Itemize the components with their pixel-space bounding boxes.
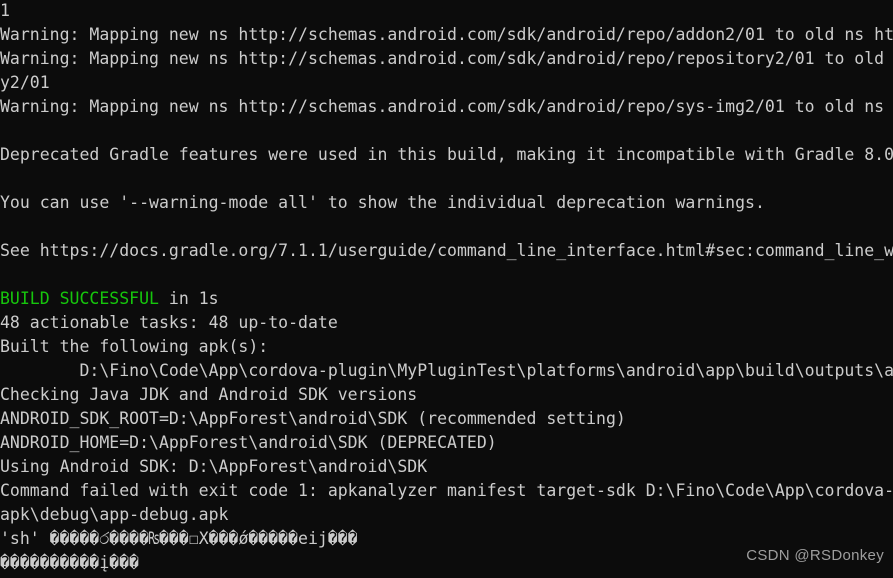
terminal-line: D:\Fino\Code\App\cordova-plugin\MyPlugin… (0, 359, 893, 383)
terminal-line: apk\debug\app-debug.apk (0, 503, 893, 527)
terminal-line: Command failed with exit code 1: apkanal… (0, 479, 893, 503)
terminal-line: Built the following apk(s): (0, 335, 893, 359)
terminal-line-text: ANDROID_SDK_ROOT=D:\AppForest\android\SD… (0, 409, 626, 428)
terminal-line: y2/01 (0, 71, 893, 95)
terminal-line: Warning: Mapping new ns http://schemas.a… (0, 23, 893, 47)
terminal-line: Using Android SDK: D:\AppForest\android\… (0, 455, 893, 479)
terminal-line-text: Warning: Mapping new ns http://schemas.a… (0, 49, 885, 68)
terminal-line-text: apk\debug\app-debug.apk (0, 505, 229, 524)
terminal-line-text: Deprecated Gradle features were used in … (0, 145, 893, 164)
terminal-line: Deprecated Gradle features were used in … (0, 143, 893, 167)
terminal-line: Warning: Mapping new ns http://schemas.a… (0, 95, 893, 119)
terminal-line: ANDROID_HOME=D:\AppForest\android\SDK (D… (0, 431, 893, 455)
terminal-line: 48 actionable tasks: 48 up-to-date (0, 311, 893, 335)
build-duration-text: in 1s (158, 289, 219, 308)
terminal-line-text: ANDROID_HOME=D:\AppForest\android\SDK (D… (0, 433, 497, 452)
terminal-line-text: D:\Fino\Code\App\cordova-plugin\MyPlugin… (79, 361, 893, 380)
terminal-line: See https://docs.gradle.org/7.1.1/usergu… (0, 239, 893, 263)
terminal-line-text: Warning: Mapping new ns http://schemas.a… (0, 25, 893, 44)
terminal-line-text: See https://docs.gradle.org/7.1.1/usergu… (0, 241, 893, 260)
terminal-line: Warning: Mapping new ns http://schemas.a… (0, 47, 893, 71)
terminal-line-text: Checking Java JDK and Android SDK versio… (0, 385, 418, 404)
terminal-window[interactable]: 1 Warning: Mapping new ns http://schemas.… (0, 0, 893, 578)
build-status-text: BUILD SUCCESSFUL (0, 289, 159, 308)
terminal-line-text: Command failed with exit code 1: apkanal… (0, 481, 893, 500)
terminal-line: 1 (0, 0, 893, 23)
terminal-line-text: 48 actionable tasks: 48 up-to-date (0, 313, 338, 332)
terminal-line-text: Using Android SDK: D:\AppForest\android\… (0, 457, 428, 476)
terminal-line-text: Warning: Mapping new ns http://schemas.a… (0, 97, 885, 116)
csdn-watermark: CSDN @RSDonkey (746, 547, 884, 564)
terminal-line: You can use '--warning-mode all' to show… (0, 191, 893, 215)
terminal-output: 1 Warning: Mapping new ns http://schemas.… (0, 0, 893, 575)
terminal-line-text: Built the following apk(s): (0, 337, 269, 356)
terminal-line-text: ����������į��� (0, 553, 140, 572)
terminal-line-text: 'sh' �����ර����₨���☐Χ���ǿ�����eij��� (0, 529, 358, 548)
terminal-line-text: You can use '--warning-mode all' to show… (0, 193, 765, 212)
terminal-line-text: 1 (0, 1, 10, 20)
terminal-line: Checking Java JDK and Android SDK versio… (0, 383, 893, 407)
terminal-line: BUILD SUCCESSFUL in 1s (0, 287, 893, 311)
terminal-line-text: y2/01 (0, 73, 50, 92)
terminal-line: ANDROID_SDK_ROOT=D:\AppForest\android\SD… (0, 407, 893, 431)
